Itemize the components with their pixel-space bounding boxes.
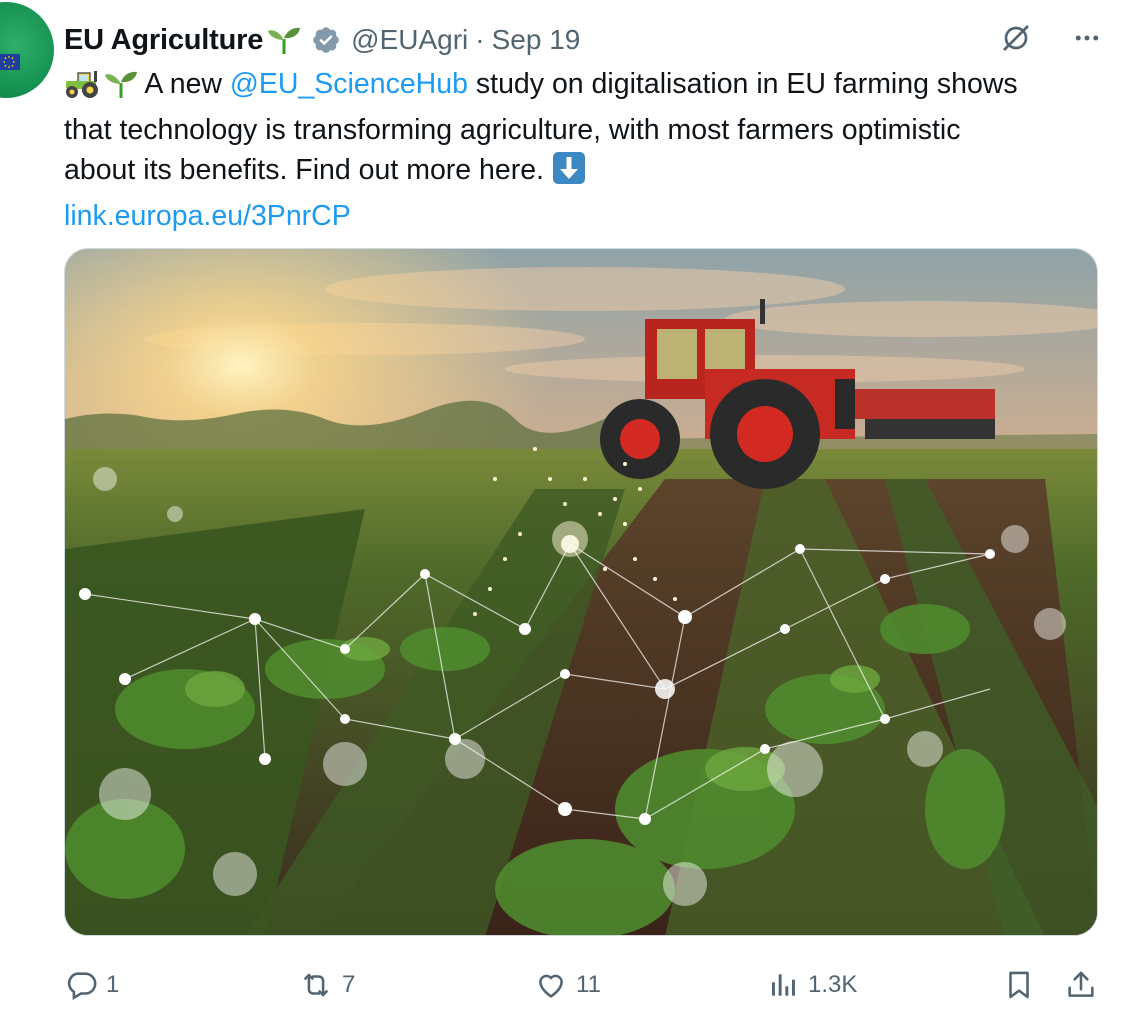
seedling-icon [267, 25, 301, 55]
tweet-text-segment: about its benefits. Find out more here. [64, 154, 552, 186]
tweet-media-image[interactable] [64, 248, 1098, 936]
tweet-text-line-1: A new @EU_ScienceHub study on digitalisa… [64, 64, 1104, 110]
retweet-count: 7 [342, 971, 356, 998]
more-icon[interactable] [1072, 23, 1102, 58]
tweet-text-line-3: about its benefits. Find out more here. [64, 150, 1104, 196]
author-name[interactable]: EU Agriculture [64, 24, 263, 57]
retweet-button[interactable]: 7 [298, 962, 355, 1008]
bookmark-button[interactable] [1002, 962, 1036, 1008]
author-handle[interactable]: @EUAgri [351, 24, 468, 56]
share-button[interactable] [1064, 962, 1098, 1008]
views-icon [768, 968, 800, 1002]
views-button[interactable]: 1.3K [768, 962, 857, 1008]
reply-count: 1 [106, 971, 120, 998]
reply-icon [64, 968, 98, 1002]
mention-link[interactable]: @EU_ScienceHub [230, 68, 468, 100]
retweet-icon [298, 968, 334, 1002]
down-arrow-emoji [552, 151, 586, 196]
bookmark-icon [1002, 968, 1036, 1002]
tweet-text-line-2: that technology is transforming agricult… [64, 114, 961, 146]
tweet-text-segment: A new [144, 68, 230, 100]
tweet-text-segment: study on digitalisation in EU farming sh… [467, 68, 1018, 100]
share-icon [1064, 968, 1098, 1002]
tweet-text: A new @EU_ScienceHub study on digitalisa… [64, 64, 1104, 236]
author-avatar[interactable] [0, 2, 54, 98]
tweet-date[interactable]: Sep 19 [492, 24, 581, 56]
views-count: 1.3K [808, 971, 858, 998]
tweet-top-actions [1000, 22, 1102, 59]
like-count: 11 [576, 971, 601, 998]
grok-icon[interactable] [1000, 22, 1032, 59]
tractor-emoji [64, 67, 104, 110]
farm-field-illustration [65, 249, 1097, 935]
tweet-header: EU Agriculture @EUAgri · Sep 19 [64, 20, 580, 60]
verified-badge-icon[interactable] [311, 25, 341, 55]
separator-dot: · [475, 24, 485, 55]
like-button[interactable]: 11 [534, 962, 601, 1008]
tweet-action-bar: 1 7 11 1.3K [64, 962, 1104, 1008]
like-icon [534, 968, 568, 1002]
seedling-emoji [104, 69, 138, 110]
eu-flag-icon [0, 54, 20, 70]
external-link[interactable]: link.europa.eu/3PnrCP [64, 196, 1104, 236]
reply-button[interactable]: 1 [64, 962, 119, 1008]
